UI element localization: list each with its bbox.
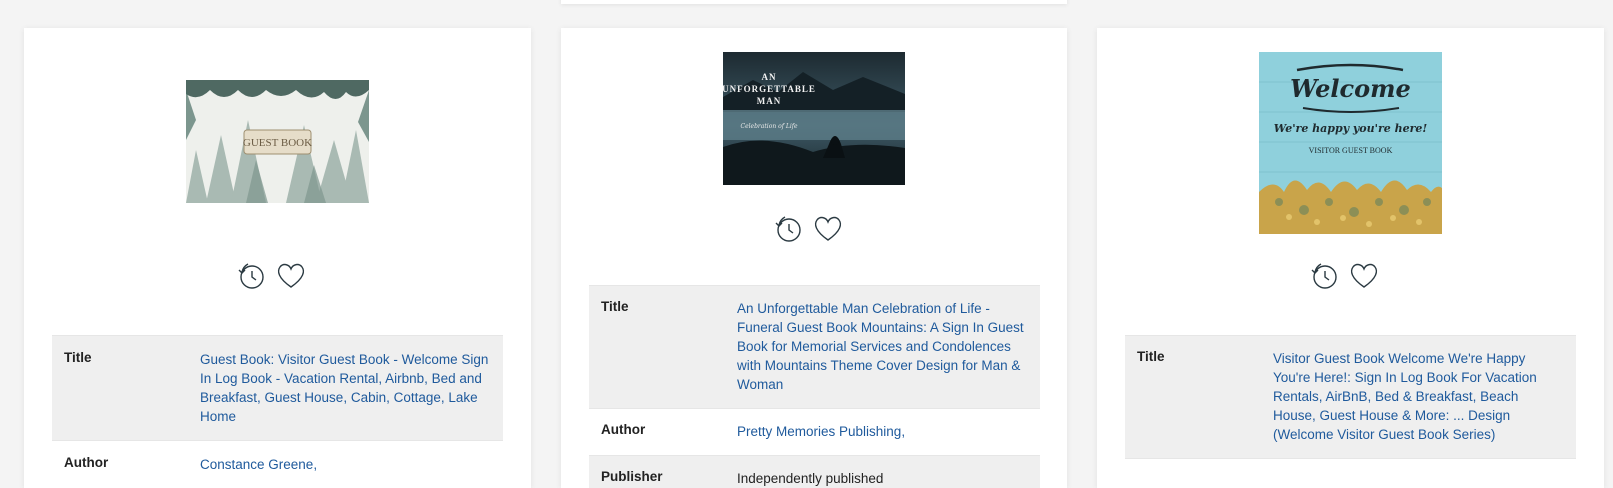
book-cover-image[interactable]: GUEST BOOK [186, 80, 369, 203]
title-link[interactable]: Visitor Guest Book Welcome We're Happy Y… [1273, 349, 1564, 444]
book-actions [1307, 258, 1381, 292]
history-clock-icon[interactable] [771, 211, 805, 245]
history-clock-icon[interactable] [1307, 258, 1341, 292]
detail-row-author: Author Pretty Memories Publishing, [589, 409, 1040, 456]
book-details-table: Title Visitor Guest Book Welcome We're H… [1125, 335, 1576, 459]
detail-row-publisher: Publisher Independently published [589, 456, 1040, 488]
cover-script-text: Celebration of Life [740, 123, 797, 130]
previous-card-bottom [561, 0, 1067, 4]
detail-row-title: Title Guest Book: Visitor Guest Book - W… [52, 336, 503, 441]
cover-tagline-text: We're happy you're here! [1274, 122, 1428, 135]
cover-line-2: UNFORGETTABLE [723, 84, 816, 94]
title-link[interactable]: Guest Book: Visitor Guest Book - Welcome… [200, 350, 491, 426]
cover-line-3: MAN [757, 96, 782, 106]
history-clock-icon[interactable] [234, 258, 268, 292]
detail-label: Title [64, 350, 92, 365]
book-actions [234, 258, 308, 292]
book-card: AN UNFORGETTABLE MAN Celebration of Life… [561, 28, 1067, 488]
detail-label: Title [601, 299, 629, 314]
cover-line-1: AN [762, 72, 777, 82]
detail-label: Author [601, 422, 646, 437]
book-cover-image[interactable]: Welcome We're happy you're here! VISITOR… [1259, 52, 1442, 234]
detail-label: Author [64, 455, 109, 470]
book-details-table: Title Guest Book: Visitor Guest Book - W… [52, 335, 503, 488]
book-actions [771, 211, 845, 245]
detail-label: Publisher [601, 469, 663, 484]
book-cover-image[interactable]: AN UNFORGETTABLE MAN Celebration of Life [723, 52, 905, 185]
heart-outline-icon[interactable] [1347, 258, 1381, 292]
author-link[interactable]: Pretty Memories Publishing, [737, 422, 1028, 441]
cover-welcome-text: Welcome [1290, 74, 1411, 103]
cover-title-text: GUEST BOOK [243, 137, 312, 149]
heart-outline-icon[interactable] [811, 211, 845, 245]
book-card: Welcome We're happy you're here! VISITOR… [1097, 28, 1604, 488]
detail-row-author: Author Constance Greene, [52, 441, 503, 488]
title-link[interactable]: An Unforgettable Man Celebration of Life… [737, 299, 1028, 394]
detail-label: Title [1137, 349, 1165, 364]
heart-outline-icon[interactable] [274, 258, 308, 292]
detail-row-title: Title Visitor Guest Book Welcome We're H… [1125, 336, 1576, 459]
book-card: GUEST BOOK Title Guest Book: Visitor Gue… [24, 28, 531, 488]
detail-row-title: Title An Unforgettable Man Celebration o… [589, 286, 1040, 409]
cover-subtitle-text: VISITOR GUEST BOOK [1309, 146, 1393, 155]
book-details-table: Title An Unforgettable Man Celebration o… [589, 285, 1040, 488]
publisher-value: Independently published [737, 471, 884, 486]
author-link[interactable]: Constance Greene, [200, 455, 491, 474]
